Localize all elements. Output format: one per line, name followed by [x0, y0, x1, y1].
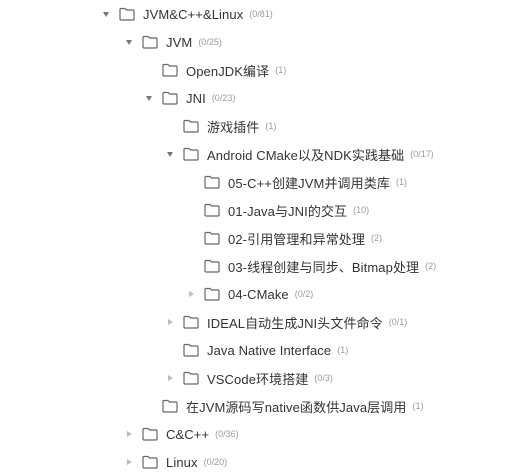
tree-item-count: (2) [371, 233, 382, 243]
folder-icon [119, 7, 135, 21]
folder-icon [204, 203, 220, 217]
tree-item-label: Android CMake以及NDK实践基础 [207, 147, 405, 163]
tree-item-label: 在JVM源码写native函数供Java层调用 [186, 399, 407, 415]
tree-item-label: OpenJDK编译 [186, 63, 270, 79]
collapse-arrow-icon[interactable] [165, 317, 175, 327]
tree-item-count: (1) [412, 401, 424, 411]
tree-item-openjdk[interactable]: OpenJDK编译 (1) [144, 56, 286, 84]
tree-item-05-cpp-jvm[interactable]: 05-C++创建JVM并调用类库 (1) [186, 168, 407, 196]
tree-item-label: 01-Java与JNI的交互 [228, 203, 348, 219]
folder-icon [183, 371, 199, 385]
tree-item-jvm[interactable]: JVM (0/25) [124, 28, 222, 56]
tree-item-label: JNI [186, 90, 206, 106]
tree-item-label: JVM&C++&Linux [143, 6, 244, 22]
expand-arrow-icon[interactable] [124, 37, 134, 47]
tree-item-count: (0/3) [314, 373, 333, 383]
collapse-arrow-icon[interactable] [124, 429, 134, 439]
tree-item-label: IDEAL自动生成JNI头文件命令 [207, 315, 383, 331]
tree-item-jvm-native-func[interactable]: 在JVM源码写native函数供Java层调用 (1) [144, 392, 423, 420]
tree-item-label: Linux [166, 454, 198, 470]
tree-item-linux[interactable]: Linux (0/20) [124, 448, 227, 476]
tree-item-label: 05-C++创建JVM并调用类库 [228, 175, 390, 191]
folder-icon [142, 35, 158, 49]
tree-item-jvm-cpp-linux[interactable]: JVM&C++&Linux (0/81) [101, 0, 273, 28]
tree-item-count: (0/23) [211, 93, 236, 103]
expand-arrow-icon[interactable] [165, 149, 175, 159]
collapse-arrow-icon[interactable] [124, 457, 134, 467]
tree-item-02-ref-exception[interactable]: 02-引用管理和异常处理 (2) [186, 224, 382, 252]
tree-item-ideal-jni-header[interactable]: IDEAL自动生成JNI头文件命令 (0/1) [165, 308, 407, 336]
tree-item-count: (0/20) [203, 457, 228, 467]
tree-item-04-cmake[interactable]: 04-CMake (0/2) [186, 280, 313, 308]
expand-arrow-icon[interactable] [101, 9, 111, 19]
collapse-arrow-icon[interactable] [186, 289, 196, 299]
tree-item-label: 游戏插件 [207, 119, 260, 135]
tree-item-count: (10) [353, 205, 370, 215]
folder-icon [204, 287, 220, 301]
tree-item-game-plugin[interactable]: 游戏插件 (1) [165, 112, 276, 140]
tree-item-jni[interactable]: JNI (0/23) [144, 84, 235, 112]
tree-item-label: Java Native Interface [207, 342, 332, 358]
tree-item-label: VSCode环境搭建 [207, 371, 309, 387]
tree-item-01-java-jni[interactable]: 01-Java与JNI的交互 (10) [186, 196, 369, 224]
tree-item-count: (2) [425, 261, 437, 271]
folder-icon [183, 119, 199, 133]
folder-icon [183, 315, 199, 329]
tree-item-vscode-env[interactable]: VSCode环境搭建 (0/3) [165, 364, 333, 392]
tree-item-java-native-interface[interactable]: Java Native Interface (1) [165, 336, 348, 364]
folder-icon [183, 147, 199, 161]
folder-icon [142, 427, 158, 441]
tree-item-c-cpp[interactable]: C&C++ (0/36) [124, 420, 239, 448]
tree-item-count: (1) [337, 345, 349, 355]
collapse-arrow-icon[interactable] [165, 373, 175, 383]
tree-item-label: 04-CMake [228, 286, 289, 302]
folder-icon [204, 231, 220, 245]
folder-icon [204, 259, 220, 273]
folder-tree: JVM&C++&Linux (0/81) JVM (0/25) OpenJDK编… [0, 0, 525, 476]
tree-item-count: (0/2) [294, 289, 314, 299]
tree-item-count: (1) [275, 65, 287, 75]
tree-item-label: 02-引用管理和异常处理 [228, 231, 365, 247]
tree-item-count: (1) [395, 177, 407, 187]
tree-item-android-cmake-ndk[interactable]: Android CMake以及NDK实践基础 (0/17) [165, 140, 434, 168]
tree-item-count: (1) [265, 121, 277, 131]
tree-item-label: C&C++ [166, 426, 210, 442]
folder-icon [183, 343, 199, 357]
tree-item-count: (0/25) [198, 37, 222, 47]
expand-arrow-icon[interactable] [144, 93, 154, 103]
folder-icon [162, 399, 178, 413]
folder-icon [162, 63, 178, 77]
tree-item-count: (0/1) [388, 317, 408, 327]
tree-item-count: (0/81) [249, 9, 273, 19]
folder-icon [162, 91, 178, 105]
tree-item-03-thread-bitmap[interactable]: 03-线程创建与同步、Bitmap处理 (2) [186, 252, 436, 280]
folder-icon [142, 455, 158, 469]
tree-item-count: (0/36) [215, 429, 239, 439]
tree-item-label: JVM [166, 34, 193, 50]
folder-icon [204, 175, 220, 189]
tree-item-count: (0/17) [410, 149, 434, 159]
tree-item-label: 03-线程创建与同步、Bitmap处理 [228, 259, 420, 275]
